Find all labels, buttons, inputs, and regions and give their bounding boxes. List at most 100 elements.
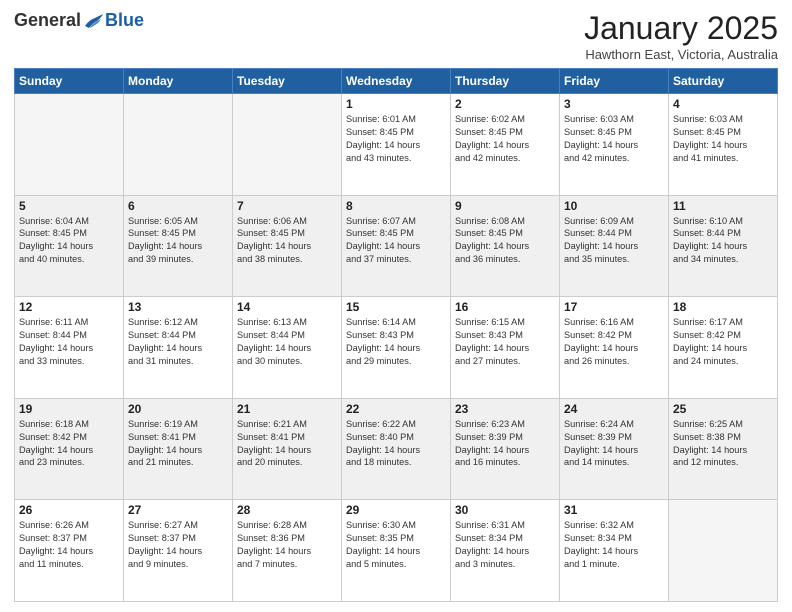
day-number: 19 xyxy=(19,402,119,416)
calendar-day-cell: 6 Sunrise: 6:05 AMSunset: 8:45 PMDaylight… xyxy=(124,195,233,297)
day-info: Sunrise: 6:14 AMSunset: 8:43 PMDaylight:… xyxy=(346,316,446,368)
calendar-week-row: 12Sunrise: 6:11 AMSunset: 8:44 PMDayligh… xyxy=(15,297,778,399)
calendar-header-friday: Friday xyxy=(560,69,669,94)
month-title: January 2025 xyxy=(584,10,778,47)
calendar-day-cell: 31 Sunrise: 6:32 AMSunset: 8:34 PMDayligh… xyxy=(560,500,669,602)
calendar-day-cell: 8Sunrise: 6:07 AMSunset: 8:45 PMDaylight… xyxy=(342,195,451,297)
day-number: 9 xyxy=(455,199,555,213)
calendar-header-thursday: Thursday xyxy=(451,69,560,94)
calendar-day-cell: 25Sunrise: 6:25 AMSunset: 8:38 PMDayligh… xyxy=(669,398,778,500)
calendar-day-cell: 14 Sunrise: 6:13 AMSunset: 8:44 PMDayligh… xyxy=(233,297,342,399)
day-number: 5 xyxy=(19,199,119,213)
day-number: 11 xyxy=(673,199,773,213)
day-number: 23 xyxy=(455,402,555,416)
page: General Blue January 2025 Hawthorn East,… xyxy=(0,0,792,612)
calendar-day-cell: 10 Sunrise: 6:09 AMSunset: 8:44 PMDayligh… xyxy=(560,195,669,297)
day-number: 28 xyxy=(237,503,337,517)
calendar-day-cell: 13Sunrise: 6:12 AMSunset: 8:44 PMDayligh… xyxy=(124,297,233,399)
calendar-day-cell: 4 Sunrise: 6:03 AMSunset: 8:45 PMDaylight… xyxy=(669,94,778,196)
logo-text: General Blue xyxy=(14,10,144,31)
day-info: Sunrise: 6:22 AMSunset: 8:40 PMDaylight:… xyxy=(346,418,446,470)
calendar-week-row: 5 Sunrise: 6:04 AMSunset: 8:45 PMDaylight… xyxy=(15,195,778,297)
day-number: 30 xyxy=(455,503,555,517)
day-info: Sunrise: 6:30 AMSunset: 8:35 PMDaylight:… xyxy=(346,519,446,571)
calendar-day-cell: 17 Sunrise: 6:16 AMSunset: 8:42 PMDayligh… xyxy=(560,297,669,399)
day-number: 2 xyxy=(455,97,555,111)
calendar-day-cell: 1 Sunrise: 6:01 AMSunset: 8:45 PMDaylight… xyxy=(342,94,451,196)
subtitle: Hawthorn East, Victoria, Australia xyxy=(584,47,778,62)
title-block: January 2025 Hawthorn East, Victoria, Au… xyxy=(584,10,778,62)
calendar-header-monday: Monday xyxy=(124,69,233,94)
calendar-header-saturday: Saturday xyxy=(669,69,778,94)
day-info: Sunrise: 6:27 AMSunset: 8:37 PMDaylight:… xyxy=(128,519,228,571)
calendar-day-cell: 5 Sunrise: 6:04 AMSunset: 8:45 PMDaylight… xyxy=(15,195,124,297)
logo-blue: Blue xyxy=(105,10,144,31)
day-number: 12 xyxy=(19,300,119,314)
day-number: 26 xyxy=(19,503,119,517)
day-info: Sunrise: 6:19 AMSunset: 8:41 PMDaylight:… xyxy=(128,418,228,470)
day-number: 13 xyxy=(128,300,228,314)
calendar-day-cell: 29 Sunrise: 6:30 AMSunset: 8:35 PMDayligh… xyxy=(342,500,451,602)
day-info: Sunrise: 6:03 AMSunset: 8:45 PMDaylight:… xyxy=(673,113,773,165)
logo-general: General xyxy=(14,10,81,31)
day-info: Sunrise: 6:23 AMSunset: 8:39 PMDaylight:… xyxy=(455,418,555,470)
calendar-day-cell xyxy=(15,94,124,196)
day-number: 31 xyxy=(564,503,664,517)
day-number: 4 xyxy=(673,97,773,111)
day-info: Sunrise: 6:16 AMSunset: 8:42 PMDaylight:… xyxy=(564,316,664,368)
calendar-day-cell: 2 Sunrise: 6:02 AMSunset: 8:45 PMDaylight… xyxy=(451,94,560,196)
calendar-day-cell: 15 Sunrise: 6:14 AMSunset: 8:43 PMDayligh… xyxy=(342,297,451,399)
day-info: Sunrise: 6:32 AMSunset: 8:34 PMDaylight:… xyxy=(564,519,664,571)
day-number: 29 xyxy=(346,503,446,517)
day-info: Sunrise: 6:15 AMSunset: 8:43 PMDaylight:… xyxy=(455,316,555,368)
calendar-day-cell: 21Sunrise: 6:21 AMSunset: 8:41 PMDayligh… xyxy=(233,398,342,500)
calendar-header-sunday: Sunday xyxy=(15,69,124,94)
calendar-day-cell: 3Sunrise: 6:03 AMSunset: 8:45 PMDaylight… xyxy=(560,94,669,196)
calendar-day-cell: 9 Sunrise: 6:08 AMSunset: 8:45 PMDaylight… xyxy=(451,195,560,297)
day-number: 17 xyxy=(564,300,664,314)
day-number: 22 xyxy=(346,402,446,416)
calendar-day-cell: 18Sunrise: 6:17 AMSunset: 8:42 PMDayligh… xyxy=(669,297,778,399)
day-number: 27 xyxy=(128,503,228,517)
calendar-header-tuesday: Tuesday xyxy=(233,69,342,94)
day-info: Sunrise: 6:01 AMSunset: 8:45 PMDaylight:… xyxy=(346,113,446,165)
calendar-day-cell: 11 Sunrise: 6:10 AMSunset: 8:44 PMDayligh… xyxy=(669,195,778,297)
calendar-week-row: 26 Sunrise: 6:26 AMSunset: 8:37 PMDayligh… xyxy=(15,500,778,602)
calendar-day-cell xyxy=(669,500,778,602)
day-info: Sunrise: 6:09 AMSunset: 8:44 PMDaylight:… xyxy=(564,215,664,267)
day-info: Sunrise: 6:28 AMSunset: 8:36 PMDaylight:… xyxy=(237,519,337,571)
day-number: 25 xyxy=(673,402,773,416)
calendar-day-cell: 20 Sunrise: 6:19 AMSunset: 8:41 PMDayligh… xyxy=(124,398,233,500)
calendar-day-cell: 30 Sunrise: 6:31 AMSunset: 8:34 PMDayligh… xyxy=(451,500,560,602)
day-info: Sunrise: 6:10 AMSunset: 8:44 PMDaylight:… xyxy=(673,215,773,267)
calendar-table: SundayMondayTuesdayWednesdayThursdayFrid… xyxy=(14,68,778,602)
calendar-day-cell: 19 Sunrise: 6:18 AMSunset: 8:42 PMDayligh… xyxy=(15,398,124,500)
day-info: Sunrise: 6:05 AMSunset: 8:45 PMDaylight:… xyxy=(128,215,228,267)
day-number: 7 xyxy=(237,199,337,213)
calendar-day-cell: 27 Sunrise: 6:27 AMSunset: 8:37 PMDayligh… xyxy=(124,500,233,602)
day-info: Sunrise: 6:04 AMSunset: 8:45 PMDaylight:… xyxy=(19,215,119,267)
calendar-week-row: 19 Sunrise: 6:18 AMSunset: 8:42 PMDayligh… xyxy=(15,398,778,500)
day-number: 1 xyxy=(346,97,446,111)
day-info: Sunrise: 6:02 AMSunset: 8:45 PMDaylight:… xyxy=(455,113,555,165)
calendar-header-wednesday: Wednesday xyxy=(342,69,451,94)
day-info: Sunrise: 6:26 AMSunset: 8:37 PMDaylight:… xyxy=(19,519,119,571)
day-info: Sunrise: 6:13 AMSunset: 8:44 PMDaylight:… xyxy=(237,316,337,368)
day-number: 18 xyxy=(673,300,773,314)
day-info: Sunrise: 6:31 AMSunset: 8:34 PMDaylight:… xyxy=(455,519,555,571)
calendar-day-cell: 28 Sunrise: 6:28 AMSunset: 8:36 PMDayligh… xyxy=(233,500,342,602)
day-number: 20 xyxy=(128,402,228,416)
calendar-day-cell xyxy=(124,94,233,196)
day-number: 8 xyxy=(346,199,446,213)
calendar-day-cell xyxy=(233,94,342,196)
calendar-day-cell: 7Sunrise: 6:06 AMSunset: 8:45 PMDaylight… xyxy=(233,195,342,297)
day-number: 6 xyxy=(128,199,228,213)
day-number: 15 xyxy=(346,300,446,314)
day-number: 10 xyxy=(564,199,664,213)
calendar-day-cell: 26 Sunrise: 6:26 AMSunset: 8:37 PMDayligh… xyxy=(15,500,124,602)
day-number: 14 xyxy=(237,300,337,314)
calendar-week-row: 1 Sunrise: 6:01 AMSunset: 8:45 PMDaylight… xyxy=(15,94,778,196)
day-info: Sunrise: 6:24 AMSunset: 8:39 PMDaylight:… xyxy=(564,418,664,470)
day-info: Sunrise: 6:08 AMSunset: 8:45 PMDaylight:… xyxy=(455,215,555,267)
day-info: Sunrise: 6:18 AMSunset: 8:42 PMDaylight:… xyxy=(19,418,119,470)
